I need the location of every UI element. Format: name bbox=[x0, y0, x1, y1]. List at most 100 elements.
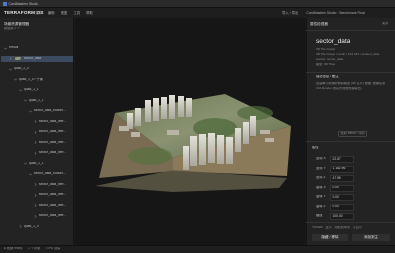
property-value-field[interactable]: 22.87 bbox=[330, 156, 354, 164]
chevron-down-icon[interactable] bbox=[9, 68, 12, 71]
tree-item[interactable]: sector_data_lber... bbox=[34, 150, 74, 156]
property-label: 旋转 Y bbox=[316, 195, 326, 198]
chevron-down-icon[interactable] bbox=[4, 47, 7, 50]
menu-view[interactable]: 视图 bbox=[61, 11, 68, 15]
tree-item-label: sector_data_hucket... bbox=[34, 172, 66, 176]
top-actions: 导入 / 导出 CardMasters Studio · Benchmark F… bbox=[282, 11, 365, 15]
tree-item-label: sector_data_hucket... bbox=[34, 109, 66, 113]
tree-item-label: sector_data_lber... bbox=[39, 119, 67, 123]
description-title: 描述信息 / 备注 bbox=[316, 75, 339, 78]
status-count: 1 个对象 bbox=[28, 247, 41, 250]
tree-item[interactable]: sector_data_hucket... bbox=[29, 108, 74, 114]
tree-item-label: sector_data bbox=[24, 56, 42, 60]
property-value-field[interactable]: 1 182.96 bbox=[330, 165, 354, 173]
tree-item[interactable]: sector_data_lber... bbox=[34, 182, 74, 188]
tree-item-label: sector_data_lber... bbox=[39, 214, 67, 218]
meta-line: 3D Tile Group bbox=[316, 48, 336, 51]
divider bbox=[306, 72, 395, 73]
property-value-field[interactable]: 0.00 bbox=[330, 194, 354, 202]
tree-item[interactable]: quad_1_1 bbox=[24, 161, 74, 167]
maximize-icon[interactable] bbox=[380, 2, 384, 15]
tree-item[interactable]: sector_data_lber... bbox=[34, 140, 74, 146]
chevron-right-icon[interactable] bbox=[34, 141, 37, 144]
tree-item-label: sector_data_lber... bbox=[39, 140, 67, 144]
window-title: CardMasters Studio bbox=[3, 2, 38, 6]
workspace-label: CardMasters Studio · Benchmark Final bbox=[306, 11, 365, 15]
city-mesh-render bbox=[95, 94, 291, 192]
chevron-down-icon[interactable] bbox=[24, 99, 27, 102]
chevron-down-icon[interactable] bbox=[24, 162, 27, 165]
property-value-field[interactable]: 0.00 bbox=[330, 184, 354, 192]
property-value-field[interactable]: 47.95 bbox=[330, 175, 354, 183]
menu-edit[interactable]: 编辑 bbox=[48, 11, 55, 15]
chevron-right-icon[interactable] bbox=[34, 204, 37, 207]
tree-item[interactable]: sector_data_lber... bbox=[34, 213, 74, 219]
chevron-right-icon[interactable] bbox=[34, 183, 37, 186]
mesh-thumbnail-icon bbox=[14, 56, 22, 61]
chevron-down-icon[interactable] bbox=[14, 78, 17, 81]
chevron-down-icon[interactable] bbox=[19, 89, 22, 92]
chevron-down-icon[interactable] bbox=[29, 173, 32, 176]
property-label: 缩放 bbox=[316, 214, 323, 217]
divider bbox=[306, 30, 395, 31]
status-renderer: GPU 渲染 bbox=[46, 247, 61, 250]
panel-title: 场景资源管理器 bbox=[4, 22, 30, 26]
chevron-right-icon[interactable] bbox=[34, 120, 37, 123]
property-label: 坐标 X bbox=[316, 157, 326, 160]
inspector-close-button[interactable]: 关闭 bbox=[382, 22, 388, 26]
menu-tools[interactable]: 工具 bbox=[73, 11, 80, 15]
close-icon[interactable] bbox=[389, 2, 393, 15]
tree-item-label: quad_1_0 bbox=[14, 67, 29, 71]
tree-item[interactable]: sector_data_hucket... bbox=[29, 171, 74, 177]
property-label: 坐标 Y bbox=[316, 166, 326, 170]
tree-item[interactable]: quad_1_1 bbox=[24, 98, 74, 104]
menu-file[interactable]: 文件 bbox=[35, 11, 42, 15]
tree-item-label: sector_data_lber... bbox=[39, 130, 67, 134]
chevron-right-icon[interactable] bbox=[19, 225, 22, 228]
chevron-right-icon[interactable] bbox=[34, 130, 37, 134]
chevron-right-icon[interactable] bbox=[9, 57, 12, 60]
add-to-main-button[interactable]: 添加到主 bbox=[352, 234, 390, 241]
meta-line: 模型: 3D Tiles bbox=[316, 63, 336, 66]
tree-item[interactable]: quad_1_0 bbox=[19, 224, 74, 230]
meta-line: 3D Tile Group / mesh / 124 413 / version… bbox=[316, 53, 380, 56]
tree-item[interactable]: Result bbox=[4, 45, 74, 51]
properties-title: 属性 bbox=[312, 146, 319, 149]
import-export-button[interactable]: 导入 / 导出 bbox=[282, 11, 298, 15]
panel-subtitle: 数据集 2 个 bbox=[4, 27, 21, 30]
tree-item[interactable]: sector_data_lber... bbox=[34, 203, 74, 209]
menu-list: 文件 编辑 视图 工具 帮助 bbox=[35, 11, 93, 15]
tree-item-label: quad_1_1 bbox=[29, 98, 44, 102]
status-items: ● 就绪 ready 1 个对象 GPU 渲染 bbox=[4, 247, 60, 251]
description-line: CM-Render 的实景测量处理输出。 bbox=[316, 87, 364, 90]
mesh-details-link[interactable]: 查看 Mesh / 详情 bbox=[338, 131, 368, 137]
description-line: 这是单元地块的倾斜模型 (3D 瓦片) 数据, 数据来源 bbox=[316, 82, 386, 85]
chevron-down-icon[interactable] bbox=[29, 110, 32, 113]
property-label: 坐标 Z bbox=[316, 176, 326, 179]
menu-help[interactable]: 帮助 bbox=[86, 11, 93, 15]
property-label: 旋转 Z bbox=[316, 204, 326, 208]
chevron-right-icon[interactable] bbox=[34, 193, 37, 197]
divider bbox=[306, 222, 395, 223]
tree-item-label: quad_1_1 bbox=[24, 88, 39, 92]
property-value-field[interactable]: 0.00 bbox=[330, 203, 354, 211]
tree-item[interactable]: sector_data_lber... bbox=[34, 119, 74, 125]
tree-item-label: quad_1_0 / 子集 bbox=[19, 77, 44, 81]
minimize-icon[interactable] bbox=[371, 2, 375, 13]
tree-item[interactable]: sector_data_lber... bbox=[34, 129, 74, 135]
tree-item-label: sector_data_lber... bbox=[39, 151, 67, 155]
tree-item[interactable]: sector_data_lber... bbox=[34, 192, 74, 198]
tree-item[interactable]: quad_1_1 bbox=[19, 87, 74, 93]
tree-item-selected[interactable]: sector_data bbox=[1, 55, 73, 62]
property-value-field[interactable]: 100.00 bbox=[330, 213, 354, 221]
tree-item-label: Result bbox=[9, 46, 19, 50]
3d-viewport[interactable] bbox=[75, 18, 305, 245]
tree-item[interactable]: quad_1_0 / 子集 bbox=[14, 77, 74, 83]
app-icon bbox=[3, 2, 7, 6]
tree-item[interactable]: quad_1_0 bbox=[9, 66, 74, 72]
hide-remove-button[interactable]: 隐藏 / 移除 bbox=[312, 234, 348, 241]
chevron-right-icon[interactable] bbox=[34, 151, 37, 155]
tree-item-label: sector_data_lber... bbox=[39, 193, 67, 197]
chevron-right-icon[interactable] bbox=[34, 214, 37, 218]
footnote: TOCER · 显示 · 添加到场景 · 不显示 bbox=[312, 226, 362, 229]
